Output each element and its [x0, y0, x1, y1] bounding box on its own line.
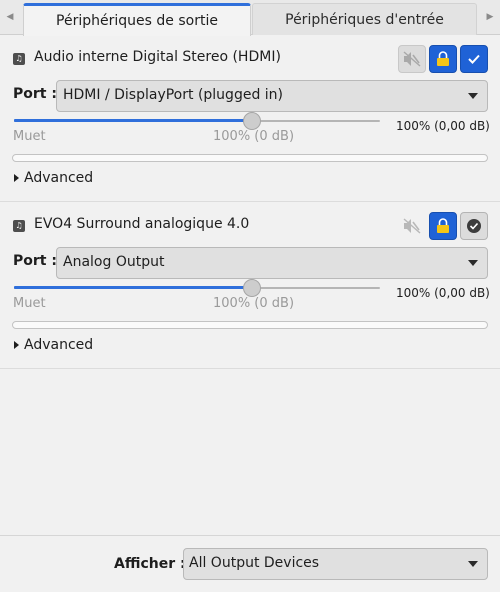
checkmark-icon	[468, 54, 480, 64]
slider-mark-unity: 100% (0 dB)	[213, 129, 295, 144]
port-select[interactable]: HDMI / DisplayPort (plugged in)	[56, 80, 488, 112]
advanced-expander[interactable]: Advanced	[14, 337, 93, 353]
port-label: Port :	[13, 86, 57, 102]
tab-bar: ◀ Périphériques de sortie Périphériques …	[0, 0, 500, 36]
chevron-down-icon	[468, 93, 478, 99]
device-panel: ♫ EVO4 Surround analogique 4.0 Port : An…	[0, 203, 500, 369]
advanced-label: Advanced	[24, 170, 94, 186]
port-select[interactable]: Analog Output	[56, 247, 488, 279]
slider-mark-mute: Muet	[13, 296, 46, 311]
tab-label: Périphériques d'entrée	[285, 11, 444, 28]
lock-channels-button[interactable]	[429, 212, 457, 240]
volume-slider-fill	[14, 119, 252, 122]
checkmark-icon	[467, 219, 481, 233]
volume-readout: 100% (0,00 dB)	[396, 119, 490, 133]
set-default-button[interactable]	[460, 45, 488, 73]
lock-channels-button[interactable]	[429, 45, 457, 73]
tab-scroll-left-icon[interactable]: ◀	[0, 0, 20, 34]
tab-input-devices[interactable]: Périphériques d'entrée	[252, 3, 477, 35]
speaker-muted-icon	[403, 51, 421, 67]
music-note-icon: ♫	[13, 220, 25, 232]
mute-button[interactable]	[398, 212, 426, 240]
chevron-down-icon	[468, 561, 478, 567]
set-default-button[interactable]	[460, 212, 488, 240]
level-meter	[12, 154, 488, 162]
chevron-down-icon	[468, 260, 478, 266]
volume-slider[interactable]	[14, 279, 380, 297]
volume-slider-handle[interactable]	[243, 112, 261, 130]
show-filter-label: Afficher :	[114, 556, 186, 572]
volume-slider-fill	[14, 286, 252, 289]
volume-slider-handle[interactable]	[243, 279, 261, 297]
port-value: Analog Output	[63, 254, 165, 270]
volume-readout: 100% (0,00 dB)	[396, 286, 490, 300]
show-filter-select[interactable]: All Output Devices	[183, 548, 488, 580]
lock-icon	[437, 218, 449, 233]
volume-slider[interactable]	[14, 112, 380, 130]
tab-scroll-right-icon[interactable]: ▶	[480, 0, 500, 34]
tab-output-devices[interactable]: Périphériques de sortie	[23, 3, 251, 36]
slider-mark-mute: Muet	[13, 129, 46, 144]
port-label: Port :	[13, 253, 57, 269]
device-name: EVO4 Surround analogique 4.0	[34, 216, 250, 232]
advanced-label: Advanced	[24, 337, 94, 353]
lock-icon	[437, 51, 449, 66]
port-value: HDMI / DisplayPort (plugged in)	[63, 87, 284, 103]
slider-mark-unity: 100% (0 dB)	[213, 296, 295, 311]
speaker-muted-icon	[403, 218, 421, 234]
expander-arrow-icon	[14, 341, 19, 349]
expander-arrow-icon	[14, 174, 19, 182]
show-filter-value: All Output Devices	[189, 555, 320, 571]
advanced-expander[interactable]: Advanced	[14, 170, 93, 186]
mute-button[interactable]	[398, 45, 426, 73]
music-note-icon: ♫	[13, 53, 25, 65]
level-meter	[12, 321, 488, 329]
tab-label: Périphériques de sortie	[56, 13, 218, 29]
device-name: Audio interne Digital Stereo (HDMI)	[34, 49, 281, 65]
device-panel: ♫ Audio interne Digital Stereo (HDMI) Po…	[0, 36, 500, 202]
footer-divider	[0, 535, 500, 536]
